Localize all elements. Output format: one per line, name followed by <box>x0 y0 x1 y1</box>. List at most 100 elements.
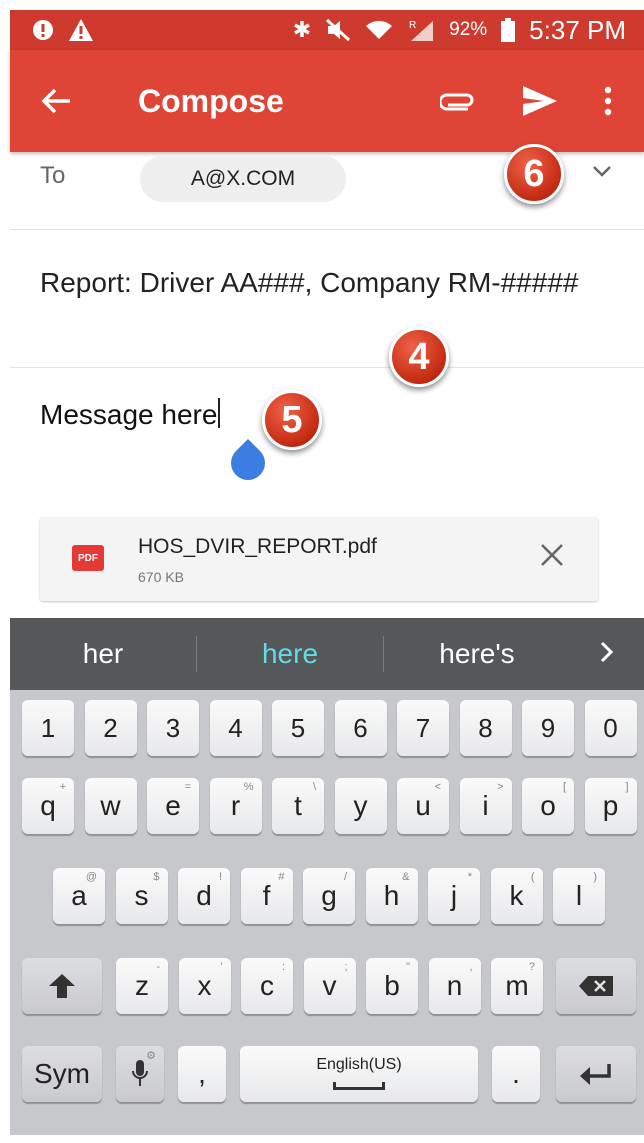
wifi-icon <box>366 20 393 39</box>
remove-attachment-button[interactable] <box>540 543 564 567</box>
key-y[interactable]: y <box>334 778 387 834</box>
keyboard-row-4: Sym ⚙ , English(US) . <box>10 1046 644 1112</box>
key-label: h <box>383 880 400 911</box>
key-label: t <box>294 790 302 821</box>
key-z[interactable]: z- <box>116 958 168 1014</box>
app-bar-actions <box>440 85 644 117</box>
key-2[interactable]: 2 <box>84 700 137 756</box>
close-icon <box>541 544 563 566</box>
key-label: p <box>602 790 619 821</box>
key-hint: % <box>243 781 254 793</box>
key-c[interactable]: c: <box>241 958 293 1014</box>
key-j[interactable]: j * <box>428 868 480 924</box>
key-8[interactable]: 8 <box>459 700 512 756</box>
send-button[interactable] <box>522 85 558 117</box>
comma-key[interactable]: , <box>178 1046 226 1102</box>
key-b[interactable]: b " <box>366 958 418 1014</box>
keyboard: 1234567890 q + w e = r% t \ y u < i > o[p] a @ s $ d! f # g /… <box>10 690 644 1135</box>
more-vert-icon <box>604 86 612 116</box>
attachment-card[interactable]: PDF HOS_DVIR_REPORT.pdf 670 KB <box>40 517 598 601</box>
key-label: y <box>353 790 368 821</box>
key-4[interactable]: 4 <box>209 700 262 756</box>
recipient-chip[interactable]: A@X.COM <box>140 156 346 202</box>
key-hint: ( <box>530 871 535 883</box>
paperclip-icon <box>440 93 474 111</box>
sym-key[interactable]: Sym <box>22 1046 102 1102</box>
key-f[interactable]: f # <box>240 868 293 924</box>
chevron-right-icon <box>600 641 614 663</box>
keyboard-row-3: z - x ' c: v; b " n, m? <box>10 958 644 1024</box>
key-7[interactable]: 7 <box>397 700 449 756</box>
period-key[interactable]: . <box>492 1046 540 1102</box>
key-hint: @ <box>85 871 97 883</box>
key-h[interactable]: h & <box>365 868 418 924</box>
key-n[interactable]: n, <box>428 958 481 1014</box>
key-label: g <box>321 880 337 911</box>
subject-field[interactable]: Report: Driver AA###, Company RM-##### <box>10 230 644 368</box>
key-1[interactable]: 1 <box>22 700 74 756</box>
key-x[interactable]: x ' <box>178 958 231 1014</box>
key-w[interactable]: w <box>84 778 137 834</box>
key-u[interactable]: u < <box>397 778 449 834</box>
key-label: x <box>197 970 212 1001</box>
send-icon <box>523 86 557 116</box>
key-i[interactable]: i > <box>459 778 512 834</box>
key-3[interactable]: 3 <box>147 700 199 756</box>
shift-key[interactable] <box>22 958 102 1014</box>
enter-key[interactable] <box>556 1046 636 1102</box>
more-suggestions-button[interactable] <box>570 638 644 670</box>
callout-marker-6: 6 <box>504 144 564 204</box>
key-s[interactable]: s $ <box>115 868 168 924</box>
key-hint: ) <box>593 871 597 883</box>
space-key[interactable]: English(US) <box>240 1046 478 1102</box>
key-label: m <box>505 970 529 1001</box>
key-9[interactable]: 9 <box>522 700 574 756</box>
attach-button[interactable] <box>440 91 476 111</box>
shift-arrow-icon <box>49 974 75 998</box>
key-o[interactable]: o[ <box>522 778 574 834</box>
text-cursor <box>218 398 221 428</box>
key-0[interactable]: 0 <box>584 700 637 756</box>
suggestion-right[interactable]: here's <box>384 638 570 670</box>
warning-triangle-icon <box>69 19 93 41</box>
suggestion-left[interactable]: her <box>10 638 196 670</box>
key-hint: ? <box>528 961 535 973</box>
key-label: 0 <box>603 712 618 743</box>
attachment-name: HOS_DVIR_REPORT.pdf <box>138 535 377 558</box>
key-k[interactable]: k( <box>490 868 543 924</box>
key-l[interactable]: l) <box>553 868 605 924</box>
key-hint: * <box>467 871 472 883</box>
key-label: c <box>260 970 274 1001</box>
key-p[interactable]: p] <box>584 778 637 834</box>
key-t[interactable]: t \ <box>272 778 324 834</box>
bluetooth-icon: ✱ <box>292 17 312 42</box>
key-r[interactable]: r% <box>209 778 262 834</box>
expand-recipients-button[interactable] <box>592 160 612 183</box>
key-5[interactable]: 5 <box>272 700 324 756</box>
key-d[interactable]: d! <box>178 868 230 924</box>
key-m[interactable]: m? <box>491 958 543 1014</box>
key-q[interactable]: q + <box>22 778 74 834</box>
cursor-handle[interactable] <box>223 438 273 488</box>
voice-input-key[interactable]: ⚙ <box>116 1046 164 1102</box>
battery-icon <box>501 18 516 42</box>
back-button[interactable] <box>40 87 96 115</box>
overflow-menu-button[interactable] <box>604 86 612 116</box>
key-a[interactable]: a @ <box>53 868 105 924</box>
settings-hint-icon: ⚙ <box>146 1050 156 1062</box>
app-bar: Compose <box>10 50 644 152</box>
key-e[interactable]: e = <box>147 778 199 834</box>
key-hint: " <box>406 961 410 973</box>
key-label: n <box>446 970 463 1001</box>
signal-roaming-label: R <box>409 20 416 31</box>
alert-circle-icon <box>33 20 53 40</box>
key-label: s <box>134 880 149 911</box>
key-label: 1 <box>40 712 56 743</box>
chevron-down-icon <box>593 166 611 177</box>
key-g[interactable]: g / <box>303 868 355 924</box>
backspace-key[interactable] <box>556 958 636 1014</box>
key-hint: \ <box>312 781 316 793</box>
key-v[interactable]: v; <box>303 958 356 1014</box>
suggestion-middle[interactable]: here <box>197 638 383 670</box>
key-6[interactable]: 6 <box>334 700 387 756</box>
